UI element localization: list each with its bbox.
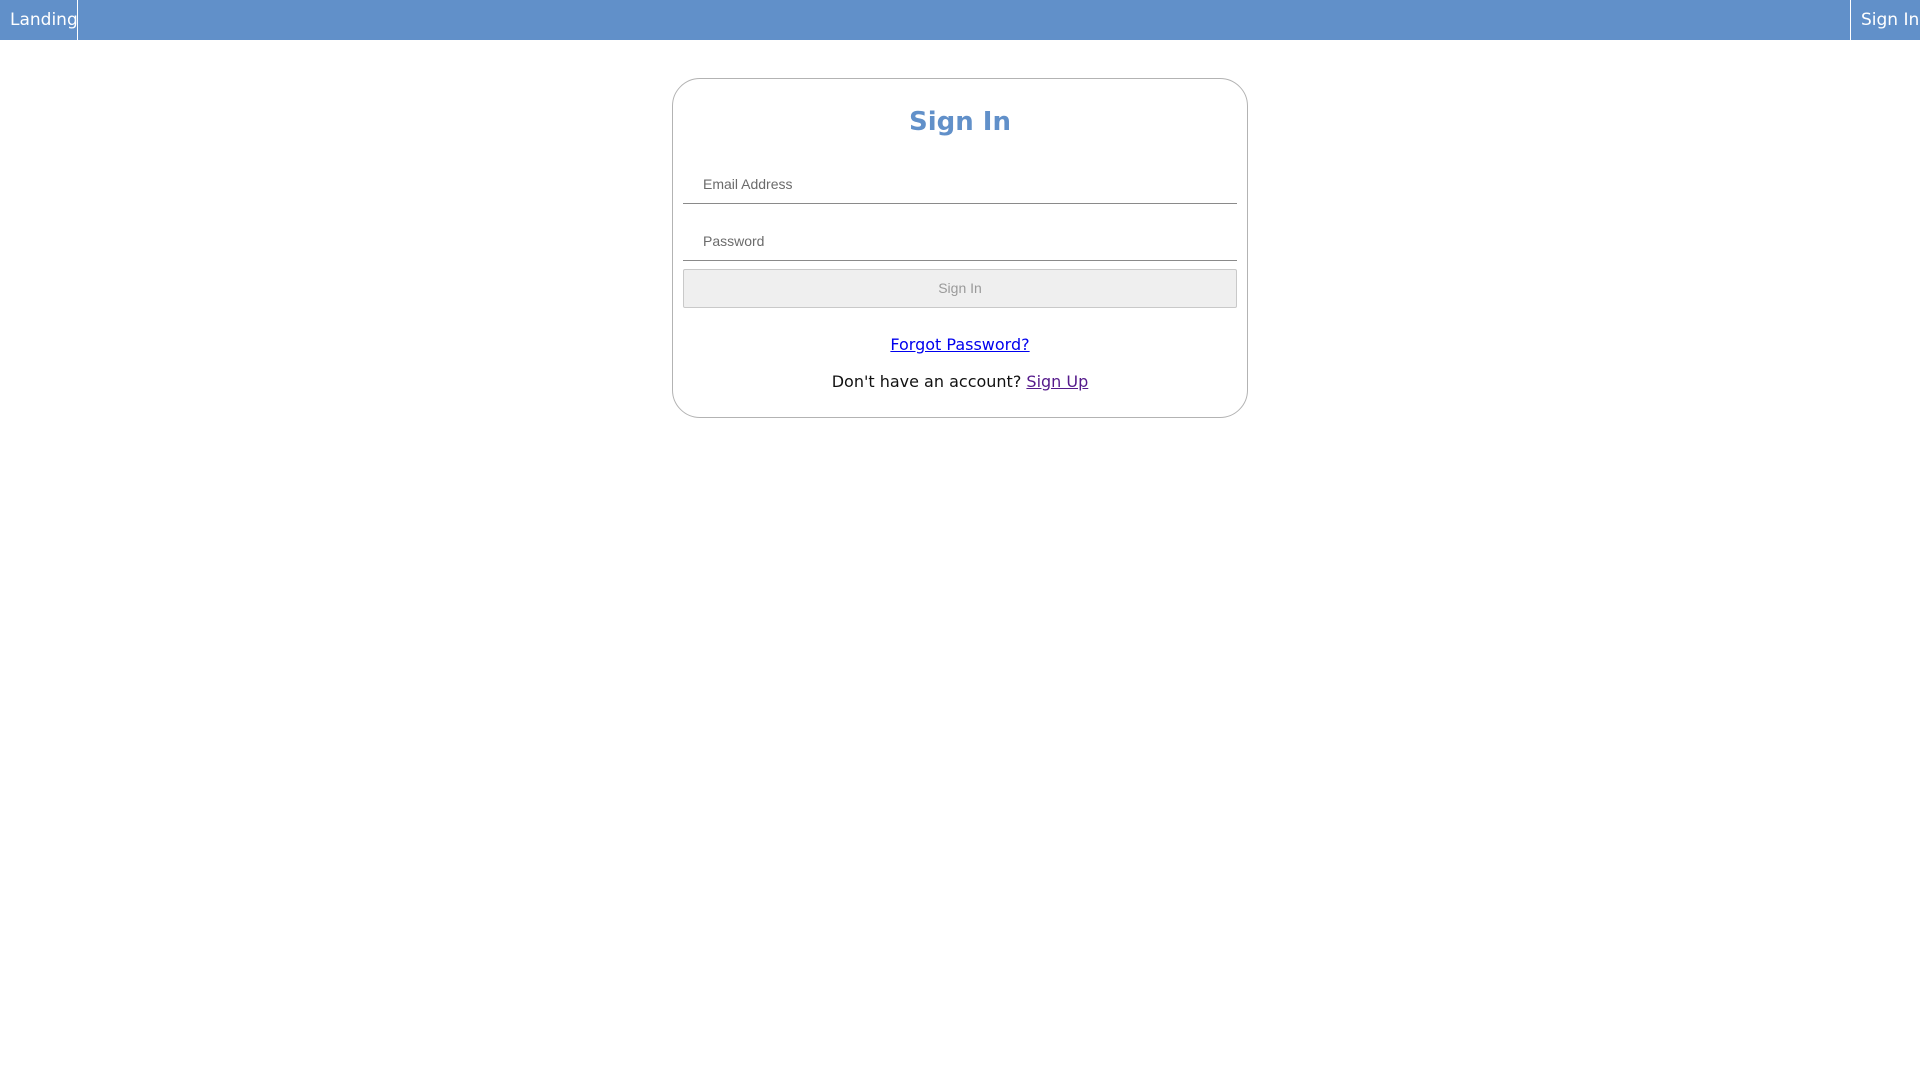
signin-title: Sign In	[909, 107, 1011, 137]
signup-prompt: Don't have an account?	[831, 372, 1022, 391]
nav-signin-link[interactable]: Sign In	[1850, 0, 1920, 40]
signin-card: Sign In Sign In Forgot Password? Don't h…	[672, 78, 1248, 418]
signin-card-content: Sign In Sign In Forgot Password? Don't h…	[673, 1, 1247, 391]
signin-submit-button[interactable]: Sign In	[683, 269, 1237, 308]
password-input[interactable]	[683, 221, 1237, 261]
signup-link[interactable]: Sign Up	[1026, 372, 1088, 391]
forgot-password-link[interactable]: Forgot Password?	[890, 335, 1029, 354]
email-input[interactable]	[683, 164, 1237, 204]
forgot-password-row: Forgot Password?	[673, 335, 1247, 354]
nav-landing-link[interactable]: Landing	[0, 0, 78, 40]
signup-row: Don't have an account? Sign Up	[673, 372, 1247, 391]
